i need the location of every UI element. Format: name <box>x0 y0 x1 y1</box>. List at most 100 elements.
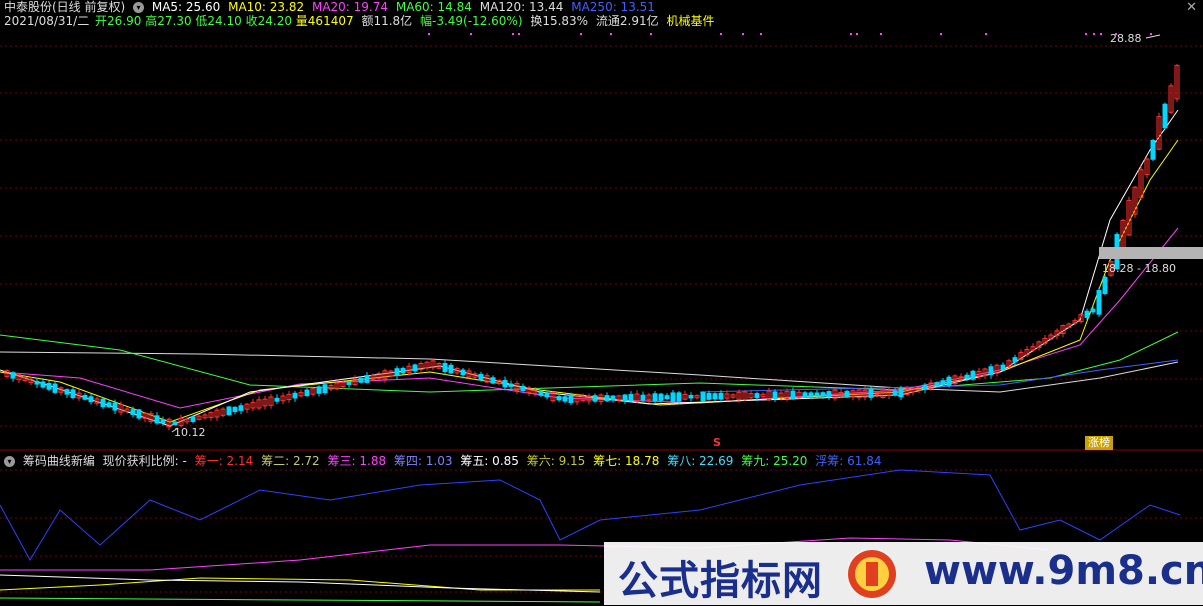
candle-body <box>1150 140 1156 160</box>
candle-body <box>52 383 58 393</box>
chip-7-line <box>0 577 600 591</box>
candle-body <box>292 392 298 399</box>
candle-body <box>502 379 508 388</box>
candle-body <box>718 392 724 400</box>
close-x-icon[interactable]: ✕ <box>1186 0 1197 15</box>
ma10-value: MA10: 23.82 <box>228 0 305 14</box>
candle-body <box>478 373 484 381</box>
watermark-text: 公式指标网 <box>618 558 823 604</box>
candle-body <box>772 391 778 400</box>
quote-volume: 量461407 <box>295 14 354 28</box>
candle-body <box>592 395 598 402</box>
signal-dot <box>650 33 652 35</box>
candle-body <box>1162 103 1168 129</box>
quote-sector: 机械基件 <box>666 14 715 28</box>
signal-dot <box>428 33 430 35</box>
signal-dot <box>985 33 987 35</box>
signal-dot <box>742 33 744 35</box>
signal-dot <box>580 33 582 35</box>
quote-close: 收24.20 <box>245 14 292 28</box>
quote-info-row: 2021/08/31/二 开26.90 高27.30 低24.10 收24.20… <box>4 14 719 29</box>
chip-5-line <box>0 574 601 593</box>
candle-body <box>412 364 418 372</box>
candle-body <box>652 393 658 402</box>
price-range-box <box>1099 247 1203 259</box>
ma10-line <box>0 139 1179 423</box>
candle-body <box>712 393 718 400</box>
candle-body <box>100 398 106 408</box>
quote-float-cap: 流通2.91亿 <box>595 14 659 28</box>
watermark-site: www.9m8.cn <box>924 548 1203 594</box>
ma60-line <box>0 331 1179 393</box>
candle-body <box>802 392 808 398</box>
candle-body <box>610 395 616 401</box>
coin-logo-icon <box>846 548 898 600</box>
signal-dot <box>856 33 858 35</box>
candle-body <box>922 384 928 390</box>
signal-dot <box>940 33 942 35</box>
candle-body <box>790 390 796 399</box>
candle-body <box>868 389 874 398</box>
candle-body <box>706 393 712 400</box>
chip-float: 浮筹: 61.84 <box>815 454 882 468</box>
candle-body <box>1102 276 1108 294</box>
chip-8: 筹八: 22.69 <box>667 454 734 468</box>
candle-body <box>238 405 244 411</box>
candle-body <box>34 380 40 385</box>
candle-body <box>316 386 322 394</box>
quote-amount: 额11.8亿 <box>361 14 413 28</box>
candle-body <box>1012 357 1018 363</box>
candle-body <box>88 396 94 403</box>
quote-turnover: 换15.83% <box>530 14 589 28</box>
signal-dot <box>512 33 514 35</box>
indicator-header-row: ▾ 筹码曲线新编 现价获利比例: - 筹一: 2.14 筹二: 2.72 筹三:… <box>4 454 886 469</box>
candle-body <box>154 415 160 424</box>
candle-body <box>40 381 46 388</box>
kline-chart[interactable] <box>0 0 1203 605</box>
candle-body <box>442 363 448 372</box>
signal-dot <box>470 33 472 35</box>
candle-body <box>688 394 694 399</box>
candle-body <box>232 406 238 413</box>
candle-body <box>190 416 196 422</box>
candle-body <box>628 393 634 402</box>
candle-body <box>700 391 706 402</box>
chip-6: 筹六: 9.15 <box>526 454 586 468</box>
candle-body <box>934 382 940 387</box>
candle-body <box>898 388 904 398</box>
chevron-down-icon[interactable]: ▾ <box>4 456 15 467</box>
signal-dot <box>1085 33 1087 35</box>
watermark-banner: 公式指标网 www.9m8.cn <box>604 542 1203 605</box>
ma20-value: MA20: 19.74 <box>311 0 389 14</box>
candle-body <box>538 390 544 396</box>
signal-dots <box>428 33 1152 35</box>
candle-body <box>520 385 526 392</box>
chip-4: 筹四: 1.03 <box>393 454 453 468</box>
candle-body <box>940 380 946 386</box>
quote-open: 开26.90 <box>95 14 142 28</box>
high-price-label: 28.88 <box>1110 32 1142 45</box>
chip-7: 筹七: 18.78 <box>593 454 660 468</box>
candle-body <box>544 392 550 398</box>
chip-1: 筹一: 2.14 <box>194 454 254 468</box>
candle-body <box>64 389 70 395</box>
candle-body <box>640 394 646 401</box>
stock-title: 中泰股份(日线 前复权) <box>4 0 126 14</box>
candle-body <box>400 367 406 374</box>
header-row: 中泰股份(日线 前复权) ▾ MA5: 25.60 MA10: 23.82 MA… <box>4 0 659 15</box>
candle-body <box>46 383 52 390</box>
signal-dot <box>880 33 882 35</box>
sell-signal-marker: S <box>713 436 721 449</box>
candle-body <box>358 378 364 383</box>
chip-3: 筹三: 1.88 <box>327 454 387 468</box>
chevron-down-icon[interactable]: ▾ <box>133 2 145 13</box>
candle-body <box>508 383 514 387</box>
candle-body <box>274 397 280 402</box>
candle-body <box>172 421 178 426</box>
ma60-value: MA60: 14.84 <box>395 0 472 14</box>
candle-body <box>1000 364 1006 371</box>
candle-body <box>670 392 676 402</box>
signal-dot <box>1093 33 1095 35</box>
indicator-subtitle: 现价获利比例: - <box>102 454 187 468</box>
candle-body <box>988 366 994 376</box>
